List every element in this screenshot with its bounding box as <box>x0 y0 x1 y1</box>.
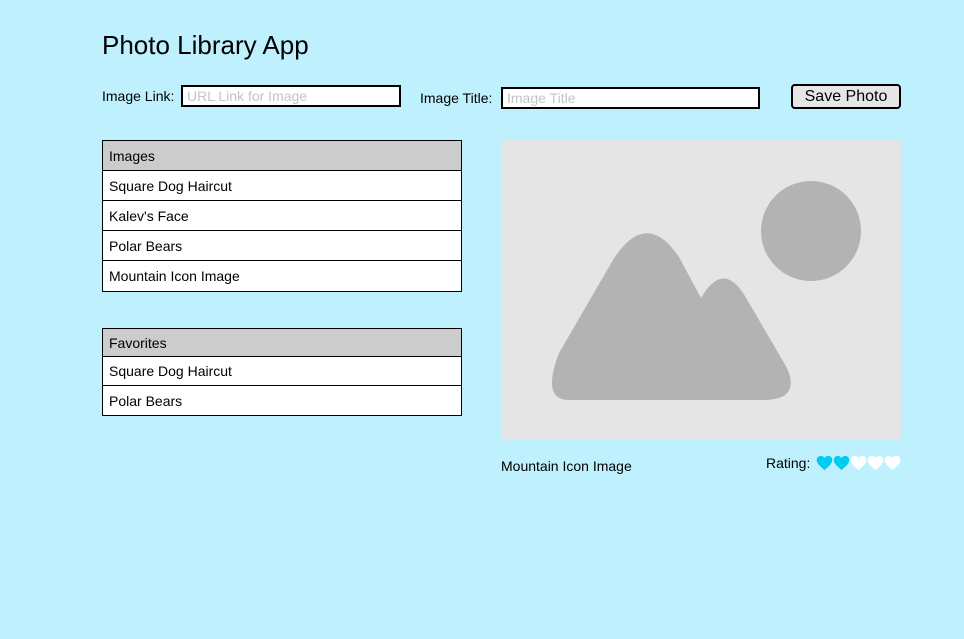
list-item[interactable]: Kalev's Face <box>103 201 461 231</box>
heart-filled-icon[interactable] <box>833 455 850 471</box>
page-title: Photo Library App <box>102 30 309 60</box>
image-title-label: Image Title: <box>420 90 493 106</box>
image-title-input[interactable] <box>501 87 760 109</box>
image-preview <box>501 140 901 440</box>
heart-empty-icon[interactable] <box>867 455 884 471</box>
image-link-input[interactable] <box>181 85 401 107</box>
heart-empty-icon[interactable] <box>884 455 901 471</box>
rating-label: Rating: <box>766 455 811 471</box>
rating-hearts <box>816 455 901 471</box>
list-item[interactable]: Polar Bears <box>103 231 461 261</box>
list-item[interactable]: Square Dog Haircut <box>103 357 461 386</box>
image-link-label: Image Link: <box>102 88 175 104</box>
preview-caption: Mountain Icon Image <box>501 458 632 474</box>
favorites-list-header: Favorites <box>103 329 461 357</box>
rating: Rating: <box>766 455 901 471</box>
favorites-list: Favorites Square Dog Haircut Polar Bears <box>102 328 462 416</box>
list-item[interactable]: Square Dog Haircut <box>103 171 461 201</box>
list-item[interactable]: Mountain Icon Image <box>103 261 461 291</box>
save-photo-button[interactable]: Save Photo <box>791 84 901 109</box>
heart-filled-icon[interactable] <box>816 455 833 471</box>
list-item[interactable]: Polar Bears <box>103 386 461 415</box>
mountain-image-placeholder-icon <box>551 181 861 400</box>
images-list-header: Images <box>103 141 461 171</box>
images-list: Images Square Dog Haircut Kalev's Face P… <box>102 140 462 292</box>
heart-empty-icon[interactable] <box>850 455 867 471</box>
photo-library-page: Photo Library App Image Link: Image Titl… <box>0 0 964 639</box>
